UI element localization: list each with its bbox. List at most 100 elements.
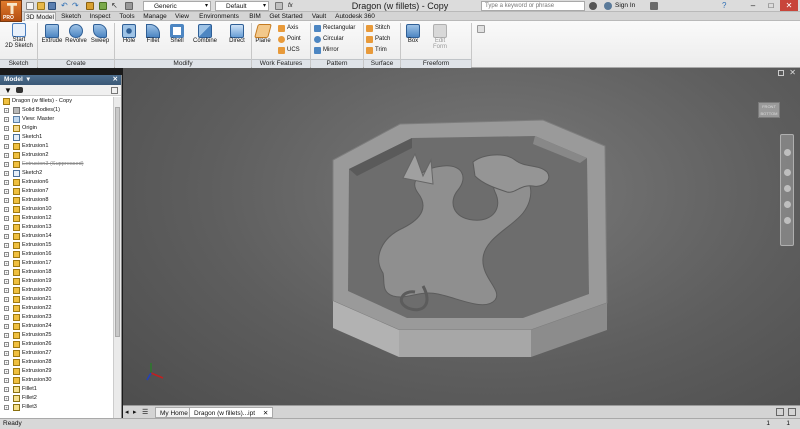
tab-3d-model[interactable]: 3D Model — [24, 12, 56, 21]
tab-view[interactable]: View — [172, 12, 192, 21]
expand-icon[interactable]: + — [4, 396, 9, 401]
tree-item[interactable]: + Extrusion3 (Suppressed) — [0, 160, 113, 169]
look-at-icon[interactable] — [784, 217, 791, 224]
expand-icon[interactable]: + — [4, 216, 9, 221]
tree-item[interactable]: + Extrusion6 — [0, 178, 113, 187]
browser-menu-chevron-icon[interactable]: ▾ — [27, 76, 30, 83]
viewcube[interactable]: FRONT BOTTOM — [756, 96, 782, 120]
plane-button[interactable]: Plane — [253, 24, 273, 44]
tree-item[interactable]: + Extrusion14 — [0, 232, 113, 241]
tree-item[interactable]: + Extrusion21 — [0, 295, 113, 304]
expand-icon[interactable]: + — [4, 189, 9, 194]
expand-icon[interactable]: + — [4, 225, 9, 230]
combine-button[interactable]: Combine — [190, 24, 220, 44]
tab-list-icon[interactable]: ☰ — [142, 408, 148, 416]
expand-icon[interactable]: + — [4, 135, 9, 140]
expand-icon[interactable]: + — [4, 279, 9, 284]
tab-scroll-left-icon[interactable]: ◂ — [125, 408, 129, 416]
tree-item[interactable]: + Extrusion13 — [0, 223, 113, 232]
expand-icon[interactable]: + — [4, 378, 9, 383]
expand-icon[interactable]: + — [4, 387, 9, 392]
expand-icon[interactable]: + — [4, 297, 9, 302]
viewcube-face[interactable]: FRONT BOTTOM — [758, 102, 780, 118]
circular-pattern-button[interactable]: Circular — [314, 34, 344, 44]
tab-sketch[interactable]: Sketch — [58, 12, 84, 21]
patch-button[interactable]: Patch — [366, 34, 390, 44]
tree-item[interactable]: + Extrusion20 — [0, 286, 113, 295]
axis-button[interactable]: Axis — [278, 23, 298, 33]
tab-bim[interactable]: BIM — [246, 12, 264, 21]
box-button[interactable]: Box — [402, 24, 424, 44]
sweep-button[interactable]: Sweep — [88, 24, 112, 44]
expand-icon[interactable]: + — [4, 342, 9, 347]
tree-item[interactable]: + Extrusion7 — [0, 187, 113, 196]
maximize-button[interactable]: □ — [762, 0, 780, 11]
filter-icon[interactable]: ▼ — [4, 86, 12, 95]
expand-icon[interactable]: + — [4, 324, 9, 329]
ribbon-options-icon[interactable] — [477, 25, 485, 33]
expand-icon[interactable]: + — [4, 261, 9, 266]
expand-icon[interactable]: + — [4, 360, 9, 365]
hole-button[interactable]: Hole — [117, 24, 141, 44]
cart-icon[interactable] — [650, 2, 658, 10]
browser-title[interactable]: Model — [4, 76, 23, 83]
stitch-button[interactable]: Stitch — [366, 23, 390, 33]
tree-item[interactable]: + Extrusion10 — [0, 205, 113, 214]
tree-item[interactable]: + Fillet1 — [0, 385, 113, 394]
tree-item[interactable]: + Extrusion23 — [0, 313, 113, 322]
browser-expand-icon[interactable] — [111, 87, 118, 94]
tree-item[interactable]: + Sketch2 — [0, 169, 113, 178]
expand-icon[interactable]: + — [4, 162, 9, 167]
expand-icon[interactable]: + — [4, 126, 9, 131]
cascade-windows-icon[interactable] — [788, 408, 796, 416]
tree-item[interactable]: + View: Master — [0, 115, 113, 124]
tree-item[interactable]: + Extrusion1 — [0, 142, 113, 151]
tree-item[interactable]: + Extrusion27 — [0, 349, 113, 358]
tab-document-close-icon[interactable]: ✕ — [263, 410, 268, 417]
tree-root[interactable]: Dragon (w fillets) - Copy — [0, 97, 113, 106]
expand-icon[interactable]: + — [4, 144, 9, 149]
ucs-button[interactable]: UCS — [278, 45, 300, 55]
minimize-button[interactable]: – — [744, 0, 762, 11]
close-button[interactable]: ✕ — [780, 0, 798, 11]
browser-scrollbar[interactable] — [113, 97, 121, 418]
tab-vault[interactable]: Vault — [308, 12, 330, 21]
tab-document[interactable]: Dragon (w fillets)...ipt ✕ — [189, 407, 274, 418]
tab-scroll-right-icon[interactable]: ▸ — [133, 408, 137, 416]
extrude-button[interactable]: Extrude — [40, 24, 64, 44]
expand-icon[interactable]: + — [4, 252, 9, 257]
tab-get-started[interactable]: Get Started — [266, 12, 306, 21]
edit-form-button[interactable]: Edit Form — [428, 24, 452, 50]
tab-my-home[interactable]: My Home — [155, 407, 193, 418]
expand-icon[interactable]: + — [4, 405, 9, 410]
tree-item[interactable]: + Sketch1 — [0, 133, 113, 142]
steering-wheel-icon[interactable] — [784, 149, 791, 156]
tree-item[interactable]: + Extrusion16 — [0, 250, 113, 259]
tree-item[interactable]: + Extrusion30 — [0, 376, 113, 385]
expand-icon[interactable]: + — [4, 351, 9, 356]
binoculars-icon[interactable] — [589, 2, 597, 10]
application-menu-button[interactable]: PRO — [0, 0, 22, 22]
trim-button[interactable]: Trim — [366, 45, 387, 55]
pan-icon[interactable] — [784, 169, 791, 176]
tree-item[interactable]: + Extrusion28 — [0, 358, 113, 367]
expand-icon[interactable]: + — [4, 234, 9, 239]
tree-item[interactable]: + Extrusion17 — [0, 259, 113, 268]
tile-windows-icon[interactable] — [776, 408, 784, 416]
expand-icon[interactable]: + — [4, 306, 9, 311]
tree-item[interactable]: + Origin — [0, 124, 113, 133]
tree-item[interactable]: + Extrusion8 — [0, 196, 113, 205]
find-icon[interactable] — [16, 87, 23, 93]
browser-close-icon[interactable]: ✕ — [113, 75, 118, 85]
tree-item[interactable]: + Extrusion29 — [0, 367, 113, 376]
tree-item[interactable]: + Extrusion15 — [0, 241, 113, 250]
tree-item[interactable]: + Extrusion25 — [0, 331, 113, 340]
expand-icon[interactable]: + — [4, 288, 9, 293]
user-icon[interactable] — [604, 2, 612, 10]
browser-scrollbar-thumb[interactable] — [115, 107, 120, 337]
mirror-button[interactable]: Mirror — [314, 45, 339, 55]
rectangular-pattern-button[interactable]: Rectangular — [314, 23, 355, 33]
tree-item[interactable]: + Fillet3 — [0, 403, 113, 412]
tab-inspect[interactable]: Inspect — [86, 12, 114, 21]
tree-item[interactable]: + Extrusion19 — [0, 277, 113, 286]
